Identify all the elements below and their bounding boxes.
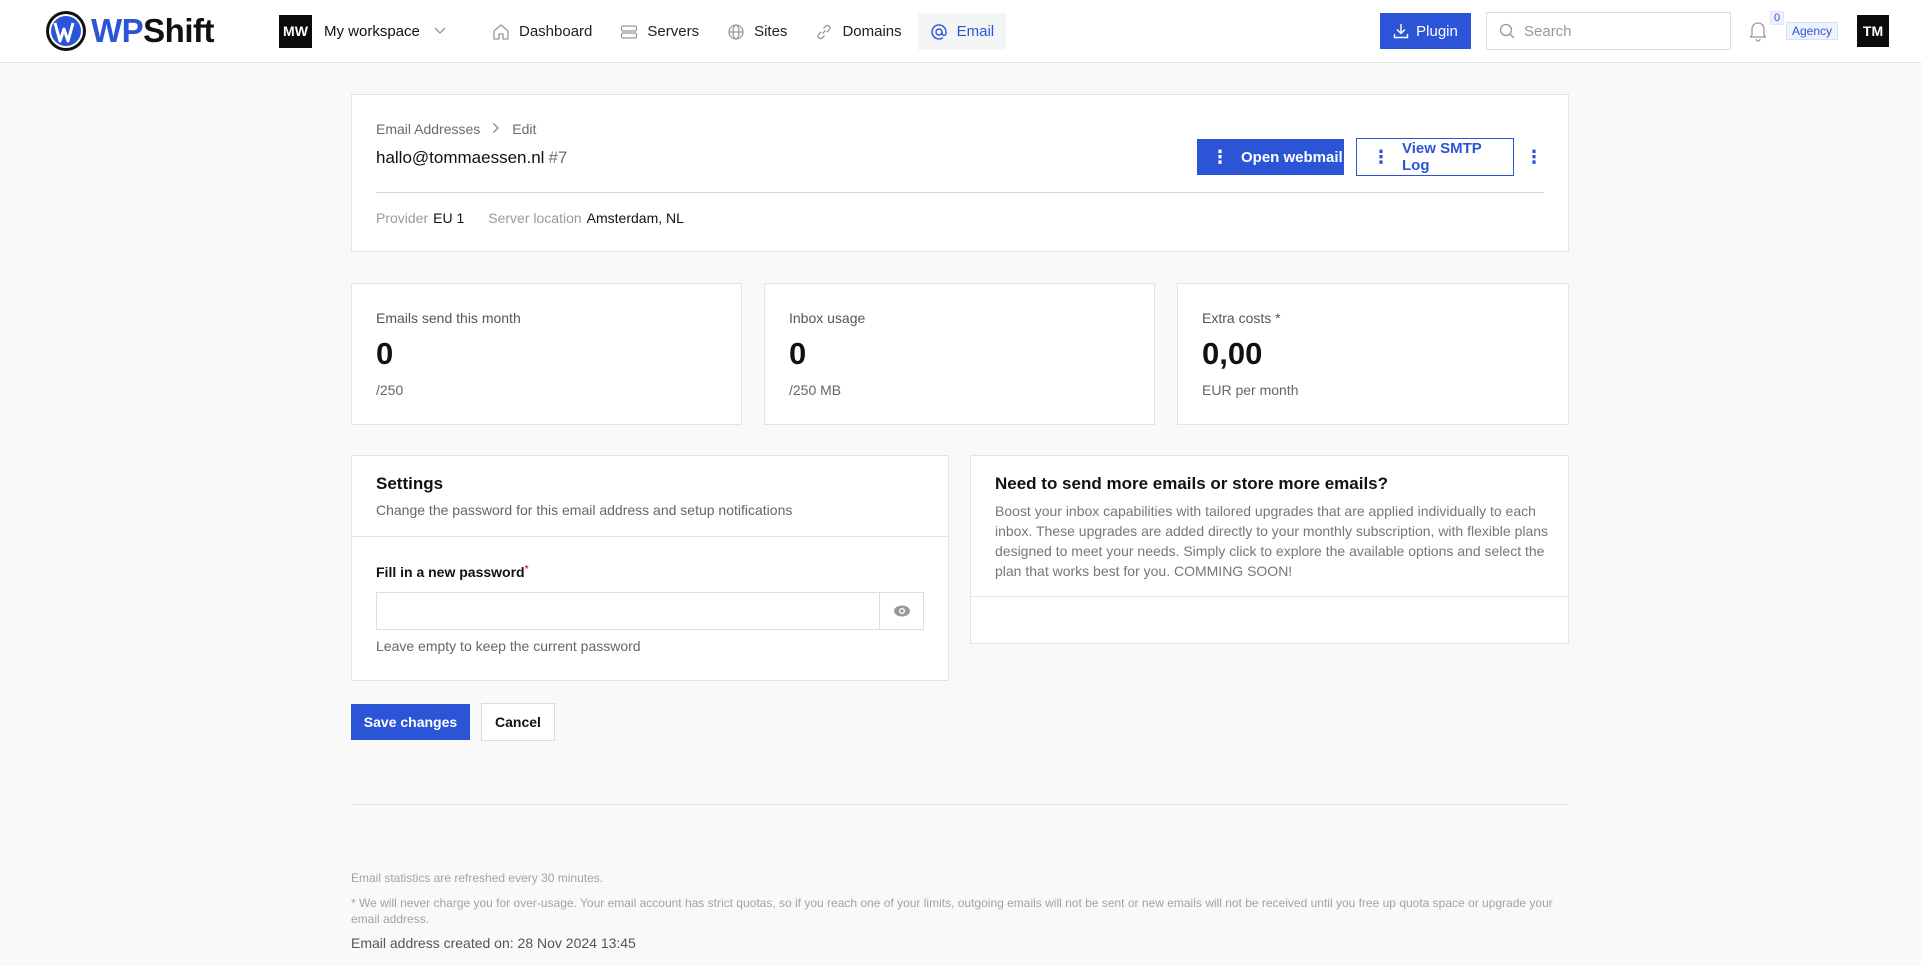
usage-note: * We will never charge you for over-usag… bbox=[351, 896, 1553, 926]
settings-description: Change the password for this email addre… bbox=[376, 502, 793, 518]
stat-sub: /250 bbox=[376, 382, 404, 398]
stat-inbox-usage: Inbox usage 0 /250 MB bbox=[764, 283, 1155, 425]
main-nav: Dashboard Servers Sites Domains Email bbox=[480, 13, 1010, 50]
stat-sub: EUR per month bbox=[1202, 382, 1299, 398]
required-marker: * bbox=[524, 564, 529, 575]
stat-value: 0 bbox=[376, 336, 394, 371]
nav-sites-label: Sites bbox=[754, 23, 788, 40]
stat-extra-costs: Extra costs * 0,00 EUR per month bbox=[1177, 283, 1569, 425]
view-smtp-log-label: View SMTP Log bbox=[1402, 140, 1482, 174]
chevron-down-icon bbox=[434, 24, 446, 38]
footer-divider bbox=[351, 804, 1569, 805]
workspace-name: My workspace bbox=[324, 22, 420, 40]
stat-value: 0 bbox=[789, 336, 807, 371]
nav-email[interactable]: Email bbox=[917, 13, 1007, 50]
page-title: hallo@tommaessen.nl #7 bbox=[376, 148, 567, 168]
nav-domains-label: Domains bbox=[842, 23, 902, 40]
created-date: Email address created on: 28 Nov 2024 13… bbox=[351, 935, 636, 951]
stat-label: Inbox usage bbox=[789, 310, 866, 326]
cancel-button[interactable]: Cancel bbox=[481, 703, 555, 741]
nav-dashboard[interactable]: Dashboard bbox=[480, 13, 604, 50]
wordpress-logo-icon bbox=[46, 11, 86, 51]
nav-email-label: Email bbox=[956, 23, 995, 40]
breadcrumb: Email Addresses Edit bbox=[376, 121, 536, 137]
divider bbox=[971, 596, 1568, 597]
chevron-right-icon bbox=[492, 122, 500, 137]
top-navigation-bar: WPShift MW My workspace Dashboard Server… bbox=[0, 0, 1921, 63]
stat-label: Extra costs * bbox=[1202, 310, 1281, 326]
divider bbox=[352, 536, 948, 537]
refresh-note: Email statistics are refreshed every 30 … bbox=[351, 871, 604, 885]
workspace-badge: MW bbox=[279, 14, 312, 48]
server-location-value: Amsterdam, NL bbox=[586, 210, 684, 226]
nav-servers-label: Servers bbox=[647, 23, 700, 40]
download-icon bbox=[1393, 24, 1409, 39]
stat-label: Emails send this month bbox=[376, 310, 521, 326]
provider-label: Provider bbox=[376, 210, 429, 226]
home-icon bbox=[493, 23, 509, 40]
search-icon bbox=[1499, 23, 1515, 39]
toggle-password-visibility-button[interactable] bbox=[879, 592, 924, 630]
view-smtp-log-button[interactable]: ⋮ View SMTP Log bbox=[1356, 138, 1514, 176]
user-avatar[interactable]: TM bbox=[1857, 15, 1889, 47]
upgrade-card: Need to send more emails or store more e… bbox=[970, 455, 1569, 644]
plan-badge: Agency bbox=[1786, 22, 1839, 40]
server-location-label: Server location bbox=[488, 210, 582, 226]
more-vertical-icon: ⋮ bbox=[1525, 146, 1543, 167]
provider-value: EU 1 bbox=[433, 210, 465, 226]
eye-icon bbox=[893, 605, 910, 617]
server-icon bbox=[621, 24, 638, 39]
email-id: #7 bbox=[548, 148, 568, 167]
divider bbox=[376, 192, 1544, 193]
notification-count: 0 bbox=[1770, 11, 1785, 25]
at-icon bbox=[930, 23, 947, 40]
breadcrumb-email-addresses[interactable]: Email Addresses bbox=[376, 121, 480, 137]
open-webmail-button[interactable]: ⋮ Open webmail bbox=[1197, 139, 1344, 175]
stat-value: 0,00 bbox=[1202, 336, 1263, 371]
password-hint: Leave empty to keep the current password bbox=[376, 638, 641, 654]
vertical-dots-icon: ⋮ bbox=[1372, 147, 1390, 167]
settings-card: Settings Change the password for this em… bbox=[351, 455, 949, 681]
globe-icon bbox=[728, 23, 744, 40]
email-meta: Provider EU 1 Server location Amsterdam,… bbox=[376, 210, 708, 226]
more-options-button[interactable]: ⋮ bbox=[1524, 139, 1544, 175]
new-password-input[interactable] bbox=[376, 592, 880, 630]
nav-domains[interactable]: Domains bbox=[803, 13, 913, 50]
stat-sub: /250 MB bbox=[789, 382, 842, 398]
stat-emails-sent: Emails send this month 0 /250 bbox=[351, 283, 742, 425]
nav-sites[interactable]: Sites bbox=[715, 13, 799, 50]
workspace-switcher[interactable]: MW My workspace bbox=[279, 14, 446, 48]
vertical-dots-icon: ⋮ bbox=[1211, 147, 1229, 167]
link-icon bbox=[817, 24, 832, 39]
notification-bell-icon[interactable] bbox=[1748, 20, 1768, 42]
password-label: Fill in a new password* bbox=[376, 564, 529, 580]
wpshift-logo[interactable]: WPShift bbox=[45, 10, 214, 52]
email-header-card: Email Addresses Edit hallo@tommaessen.nl… bbox=[351, 94, 1569, 252]
settings-title: Settings bbox=[376, 474, 444, 493]
breadcrumb-edit: Edit bbox=[512, 121, 537, 137]
plugin-label: Plugin bbox=[1416, 22, 1458, 40]
email-address: hallo@tommaessen.nl bbox=[376, 148, 545, 167]
brand-name: WPShift bbox=[91, 12, 214, 49]
plugin-download-button[interactable]: Plugin bbox=[1380, 13, 1471, 49]
search-input[interactable] bbox=[1524, 22, 1714, 40]
upgrade-title: Need to send more emails or store more e… bbox=[995, 474, 1389, 493]
save-changes-button[interactable]: Save changes bbox=[351, 704, 470, 740]
nav-servers[interactable]: Servers bbox=[608, 13, 711, 50]
nav-dashboard-label: Dashboard bbox=[519, 23, 593, 40]
upgrade-description: Boost your inbox capabilities with tailo… bbox=[995, 503, 1549, 579]
search-box[interactable] bbox=[1486, 12, 1731, 50]
open-webmail-label: Open webmail bbox=[1241, 148, 1343, 166]
